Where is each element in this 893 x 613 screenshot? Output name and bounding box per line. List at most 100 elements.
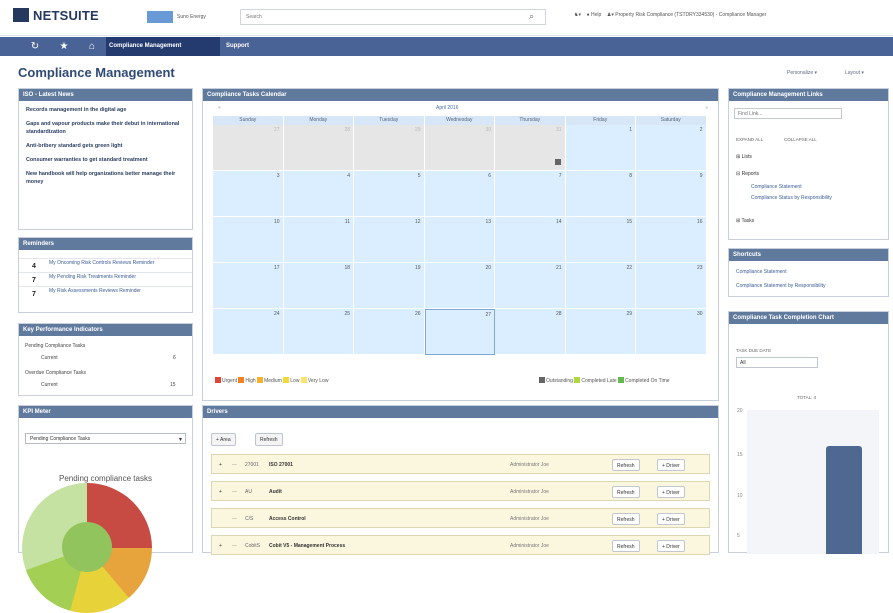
calendar-day[interactable]: 23: [636, 263, 707, 309]
reminder-row[interactable]: 7 My Pending Risk Treatments Reminder: [19, 272, 192, 286]
help-icon[interactable]: ●: [587, 12, 590, 18]
refresh-button[interactable]: Refresh: [612, 486, 640, 498]
add-driver-button[interactable]: + Driver: [657, 486, 685, 498]
completion-chart-portlet: Compliance Task Completion Chart TASK DU…: [728, 311, 889, 554]
driver-row[interactable]: — C/S Access Control Administrator Joe Refre…: [211, 508, 710, 528]
home-icon[interactable]: ⌂: [86, 41, 98, 53]
shortcut-link[interactable]: Compliance Statement: [736, 269, 787, 275]
refresh-button[interactable]: Refresh: [612, 540, 640, 552]
calendar-day[interactable]: 15: [565, 217, 636, 263]
company-logo[interactable]: [147, 11, 173, 23]
calendar-day[interactable]: 2: [636, 125, 707, 171]
personalize-button[interactable]: Personalize ▾: [787, 70, 817, 76]
y-axis-tick: 20: [737, 408, 743, 414]
calendar-day[interactable]: 27: [213, 125, 284, 171]
calendar-day[interactable]: 7: [495, 171, 566, 217]
calendar-day[interactable]: 30: [636, 309, 707, 355]
calendar-grid: Sunday Monday Tuesday Wednesday Thursday Frid…: [213, 116, 707, 358]
netsuite-logo[interactable]: NETSUITE: [13, 8, 99, 23]
calendar-day[interactable]: 25: [283, 309, 354, 355]
report-link[interactable]: Compliance Statement: [751, 184, 802, 190]
calendar-day[interactable]: 18: [283, 263, 354, 309]
calendar-day[interactable]: 28: [495, 309, 566, 355]
kpi-select[interactable]: Pending Compliance Tasks ▾: [25, 433, 186, 444]
calendar-day[interactable]: 19: [354, 263, 425, 309]
calendar-day[interactable]: 4: [283, 171, 354, 217]
calendar-day[interactable]: 20: [424, 263, 495, 309]
calendar-day[interactable]: 8: [565, 171, 636, 217]
calendar-day[interactable]: 30: [424, 125, 495, 171]
star-icon[interactable]: ★: [58, 41, 70, 53]
calendar-day[interactable]: 6: [424, 171, 495, 217]
calendar-day[interactable]: 28: [283, 125, 354, 171]
add-driver-button[interactable]: + Driver: [657, 513, 685, 525]
global-search-input[interactable]: [240, 9, 546, 25]
driver-row[interactable]: + — AU Audit Administrator Joe Refresh + Drive…: [211, 481, 710, 501]
calendar-day[interactable]: 10: [213, 217, 284, 263]
driver-row[interactable]: + —27001 ISO 27001 Administrator Joe Refresh…: [211, 454, 710, 474]
news-link[interactable]: Records management in the digital age: [26, 106, 185, 114]
calendar-day[interactable]: 12: [354, 217, 425, 263]
outstanding-task-marker[interactable]: [555, 159, 561, 165]
completion-bar[interactable]: [826, 446, 862, 554]
recent-records-icon[interactable]: ♞▾: [574, 12, 581, 18]
add-area-button[interactable]: + Area: [211, 433, 236, 446]
reports-node[interactable]: ⊟ Reports: [736, 171, 759, 177]
add-driver-button[interactable]: + Driver: [657, 459, 685, 471]
previous-month-icon[interactable]: «: [218, 105, 221, 111]
kpi-label[interactable]: Overdue Compliance Tasks: [25, 370, 86, 376]
tab-support[interactable]: Support: [226, 43, 249, 49]
tasks-node[interactable]: ⊞ Tasks: [736, 218, 754, 224]
calendar-day[interactable]: 11: [283, 217, 354, 263]
user-icon[interactable]: ♟▾: [607, 12, 614, 18]
calendar-day[interactable]: 26: [354, 309, 425, 355]
layout-button[interactable]: Layout ▾: [845, 70, 864, 76]
lists-node[interactable]: ⊞ Lists: [736, 154, 752, 160]
calendar-day[interactable]: 21: [495, 263, 566, 309]
report-link[interactable]: Compliance Status by Responsibility: [751, 195, 832, 201]
header-tools: ♞▾ ● Help ♟▾ Property Risk Compliance (T…: [574, 12, 767, 18]
calendar-day[interactable]: 5: [354, 171, 425, 217]
news-link[interactable]: New handbook will help organizations bet…: [26, 170, 185, 186]
calendar-day[interactable]: 13: [424, 217, 495, 263]
kpi-label[interactable]: Pending Compliance Tasks: [25, 343, 85, 349]
calendar-day[interactable]: 29: [565, 309, 636, 355]
kpi-value[interactable]: 15: [170, 382, 176, 388]
user-role[interactable]: Property Risk Compliance (TSTDRY334530) …: [615, 12, 766, 18]
day-header: Tuesday: [354, 116, 425, 125]
calendar-day[interactable]: 14: [495, 217, 566, 263]
refresh-button[interactable]: Refresh: [612, 459, 640, 471]
calendar-day[interactable]: 22: [565, 263, 636, 309]
priority-legend: Urgent High Medium Low Very Low: [215, 377, 328, 384]
news-link[interactable]: Anti-bribery standard gets green light: [26, 142, 185, 150]
add-driver-button[interactable]: + Driver: [657, 540, 685, 552]
collapse-all-link[interactable]: COLLAPSE ALL: [784, 137, 817, 142]
refresh-drivers-button[interactable]: Refresh: [255, 433, 283, 446]
calendar-day[interactable]: 24: [213, 309, 284, 355]
reminder-row[interactable]: 4 My Oncoming Risk Controls Reviews Remin…: [19, 258, 192, 272]
calendar-day[interactable]: 1: [565, 125, 636, 171]
calendar-day[interactable]: 9: [636, 171, 707, 217]
day-header: Sunday: [213, 116, 284, 125]
find-link-input[interactable]: [734, 108, 842, 119]
search-icon[interactable]: ⌕: [529, 12, 539, 22]
next-month-icon[interactable]: »: [705, 105, 708, 111]
calendar-day[interactable]: 16: [636, 217, 707, 263]
refresh-button[interactable]: Refresh: [612, 513, 640, 525]
calendar-day[interactable]: 29: [354, 125, 425, 171]
due-date-label: TASK DUE DATE: [736, 348, 772, 353]
calendar-day[interactable]: 3: [213, 171, 284, 217]
back-icon[interactable]: ↻: [29, 41, 41, 53]
tab-compliance-management[interactable]: Compliance Management: [106, 37, 220, 56]
news-title: ISO - Latest News: [19, 89, 192, 101]
news-link[interactable]: Consumer warranties to get standard trea…: [26, 156, 185, 164]
news-link[interactable]: Gaps and vapour products make their debu…: [26, 120, 185, 136]
reminder-row[interactable]: 7 My Risk Assessments Reviews Reminder: [19, 286, 192, 300]
driver-row[interactable]: + — CobitS Cobit V5 - Management Process Adm…: [211, 535, 710, 555]
shortcut-link[interactable]: Compliance Statement by Responsibility: [736, 283, 826, 289]
calendar-day[interactable]: 17: [213, 263, 284, 309]
due-date-select[interactable]: All: [736, 357, 818, 368]
calendar-day[interactable]: 27: [424, 309, 495, 355]
kpi-value[interactable]: 6: [173, 355, 176, 361]
expand-all-link[interactable]: EXPAND ALL: [736, 137, 763, 142]
